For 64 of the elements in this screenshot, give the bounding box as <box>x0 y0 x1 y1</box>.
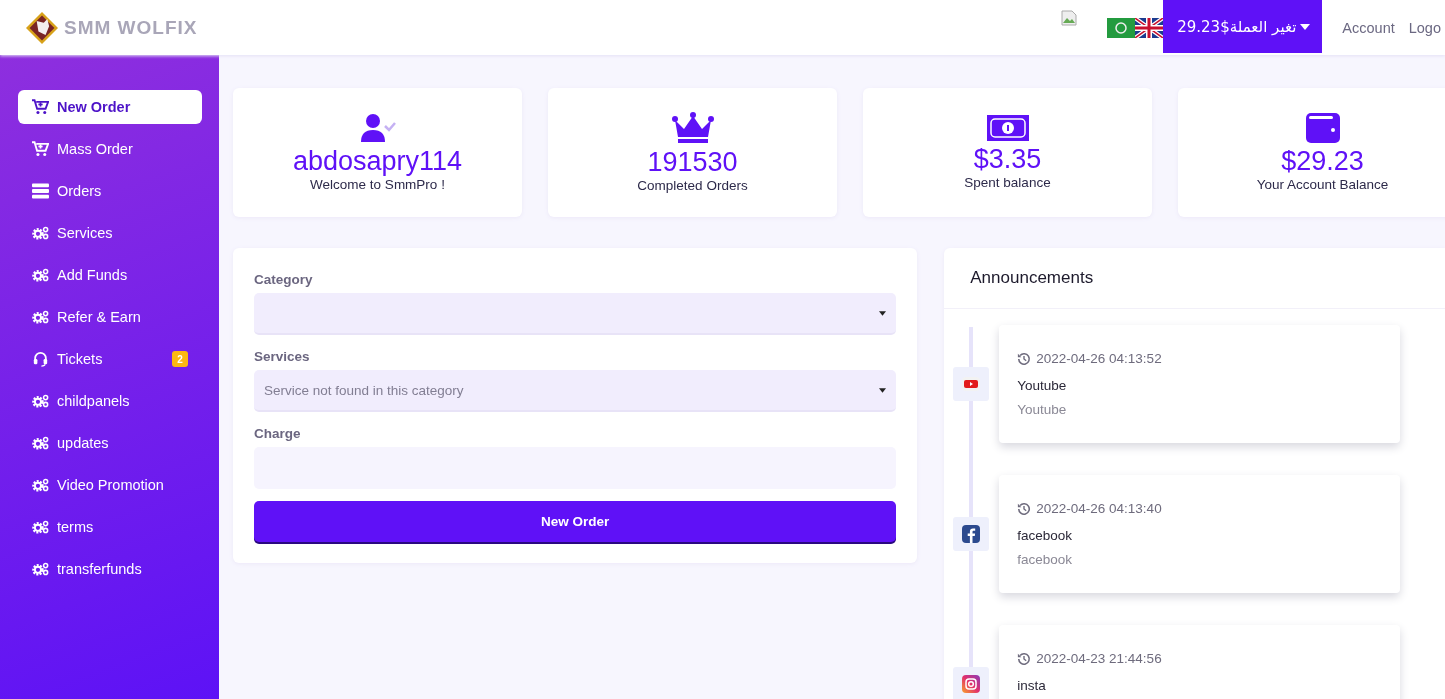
sidebar-item[interactable]: childpanels <box>18 384 202 418</box>
cart-icon <box>32 99 49 115</box>
sidebar-item[interactable]: Mass Order <box>18 132 202 166</box>
announcement-title: insta <box>1017 678 1047 693</box>
sidebar-item[interactable]: Orders <box>18 174 202 208</box>
gears-icon <box>32 435 49 451</box>
announcement-text: Youtube <box>1017 402 1068 417</box>
sidebar-item[interactable]: Refer & Earn <box>18 300 202 334</box>
field-label: Services <box>254 349 311 364</box>
gears-icon <box>32 477 49 493</box>
caret-down-icon <box>879 310 887 316</box>
count-badge: 2 <box>172 351 188 367</box>
stat-value: $3.35 <box>973 143 1042 175</box>
user-check-icon <box>359 113 396 143</box>
panel-title: Announcements <box>944 248 1445 309</box>
announcement-title: facebook <box>1017 528 1074 543</box>
sidebar-item[interactable]: terms <box>18 510 202 544</box>
sidebar-item[interactable]: Tickets 2 <box>18 342 202 376</box>
instagram-icon <box>961 674 982 694</box>
select-field[interactable]: Service not found in this category <box>254 370 897 412</box>
sidebar-item[interactable]: Services <box>18 216 202 250</box>
history-icon <box>1017 501 1032 516</box>
stat-label: Your Account Balance <box>1256 177 1389 192</box>
gears-icon <box>32 519 49 535</box>
announcement-time: 2022-04-26 04:13:40 <box>1036 501 1162 516</box>
gears-icon <box>32 225 49 241</box>
history-icon <box>1017 351 1032 366</box>
brand-name: SMM WOLFIX <box>64 16 198 39</box>
caret-down-icon <box>879 387 887 393</box>
announcement-time: 2022-04-26 04:13:52 <box>1036 351 1162 366</box>
money-bill-icon <box>986 115 1029 141</box>
stat-value: 191530 <box>647 146 738 178</box>
field-label: Category <box>254 272 314 287</box>
stat-label: Welcome to SmmPro ! <box>310 177 445 192</box>
sidebar-item[interactable]: updates <box>18 426 202 460</box>
select-field[interactable] <box>254 293 897 335</box>
cart-icon <box>32 141 49 157</box>
gears-icon <box>32 561 49 577</box>
nav-link[interactable]: Logo <box>1408 19 1441 36</box>
gears-icon <box>32 393 49 409</box>
history-icon <box>1017 651 1032 666</box>
gears-icon <box>32 267 49 283</box>
new-order-button[interactable]: New Order <box>254 501 897 542</box>
video-play-icon <box>961 374 982 394</box>
stat-label: Completed Orders <box>637 178 748 193</box>
facebook-icon <box>961 524 982 544</box>
announcement-time: 2022-04-23 21:44:56 <box>1036 651 1162 666</box>
sidebar-item[interactable]: transferfunds <box>18 552 202 586</box>
wolf-logo-icon <box>24 11 60 44</box>
stat-label: Spent balance <box>964 175 1051 190</box>
nav-link[interactable]: Account <box>1342 19 1395 36</box>
announcement-text: facebook <box>1017 552 1074 567</box>
announcement-title: Youtube <box>1017 378 1068 393</box>
server-icon <box>32 183 49 199</box>
sidebar-item[interactable]: Add Funds <box>18 258 202 292</box>
stat-value: $29.23 <box>1281 145 1364 177</box>
headset-icon <box>32 351 49 367</box>
crown-icon <box>671 112 714 144</box>
wallet-icon <box>1305 113 1340 143</box>
gears-icon <box>32 309 49 325</box>
field-label: Charge <box>254 426 302 441</box>
stat-value: abdosapry114 <box>292 145 463 177</box>
sidebar-item[interactable]: New Order <box>18 90 202 124</box>
sidebar-item[interactable]: Video Promotion <box>18 468 202 502</box>
